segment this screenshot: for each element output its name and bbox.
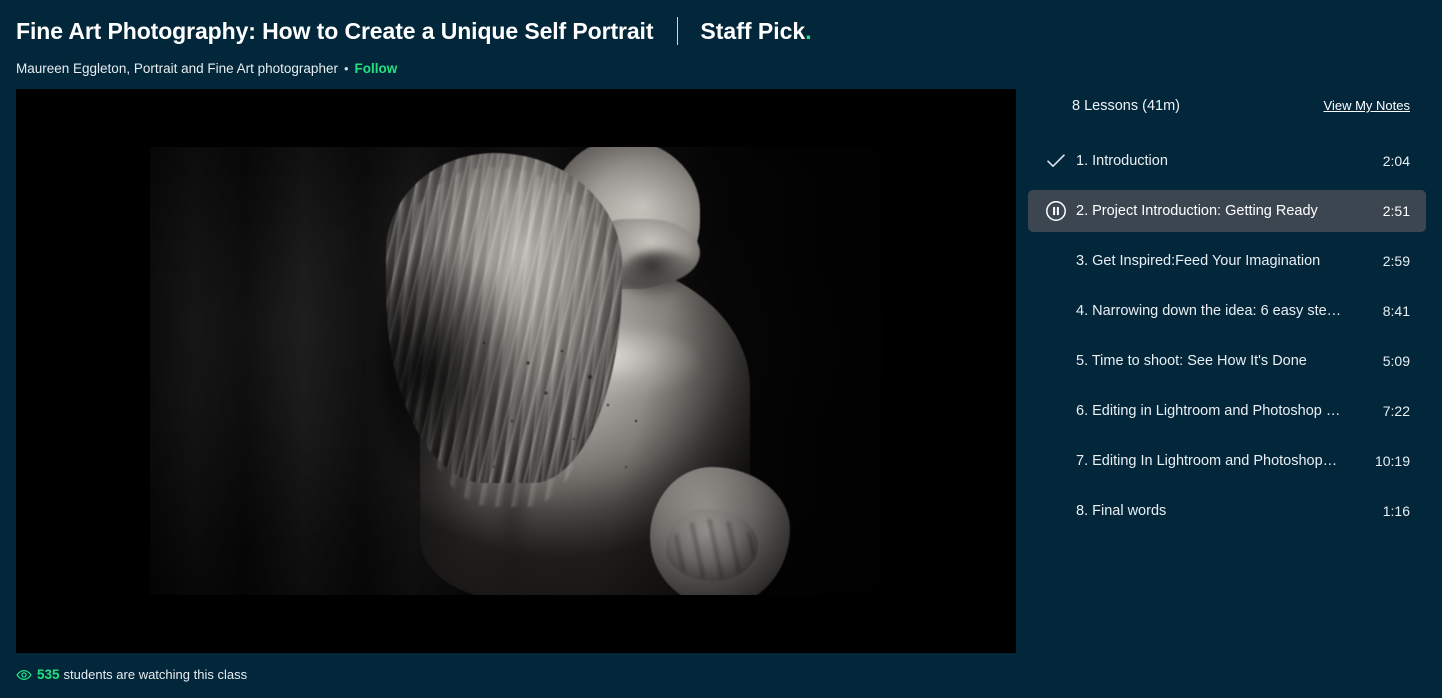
- class-header: Fine Art Photography: How to Create a Un…: [0, 0, 1442, 76]
- title-divider: [677, 17, 679, 45]
- lesson-title: 5. Time to shoot: See How It's Done: [1076, 353, 1307, 369]
- lesson-title: 3. Get Inspired:Feed Your Imagination: [1076, 253, 1321, 269]
- subject-chin-shadow: [620, 251, 700, 299]
- watching-status: 535 students are watching this class: [16, 667, 1016, 682]
- lesson-row[interactable]: 6. Editing in Lightroom and Photoshop … …: [1028, 390, 1426, 432]
- lesson-duration: 2:51: [1382, 203, 1410, 219]
- lessons-panel: 8 Lessons (41m) View My Notes 1. Introdu…: [1028, 89, 1426, 540]
- lesson-title: 2. Project Introduction: Getting Ready: [1076, 203, 1318, 219]
- author-name: Maureen Eggleton, Portrait and Fine Art …: [16, 61, 338, 76]
- player-column: 535 students are watching this class: [16, 89, 1016, 682]
- lesson-duration: 1:16: [1382, 503, 1410, 519]
- lesson-row[interactable]: 4. Narrowing down the idea: 6 easy ste… …: [1028, 290, 1426, 332]
- lesson-duration: 2:04: [1382, 153, 1410, 169]
- check-icon: [1040, 153, 1072, 169]
- lesson-title: 7. Editing In Lightroom and Photoshop…: [1076, 453, 1338, 469]
- eye-icon: [16, 669, 32, 681]
- follow-link[interactable]: Follow: [355, 61, 398, 76]
- lesson-duration: 7:22: [1382, 403, 1410, 419]
- main-content: 535 students are watching this class 8 L…: [0, 89, 1442, 682]
- staff-pick-period: .: [805, 17, 812, 44]
- watching-count: 535: [37, 667, 60, 682]
- lesson-duration: 10:19: [1374, 453, 1410, 469]
- page-title: Fine Art Photography: How to Create a Un…: [16, 17, 654, 44]
- lesson-row[interactable]: 7. Editing In Lightroom and Photoshop… 1…: [1028, 440, 1426, 482]
- video-player[interactable]: [16, 89, 1016, 653]
- lesson-list: 1. Introduction 2:04 2. Project Introduc…: [1028, 140, 1426, 532]
- lessons-header: 8 Lessons (41m) View My Notes: [1028, 98, 1426, 126]
- lesson-row[interactable]: 1. Introduction 2:04: [1028, 140, 1426, 182]
- subject-fingers: [670, 519, 756, 579]
- lesson-title: 4. Narrowing down the idea: 6 easy ste…: [1076, 303, 1342, 319]
- byline: Maureen Eggleton, Portrait and Fine Art …: [16, 61, 1426, 76]
- lesson-title: 8. Final words: [1076, 503, 1167, 519]
- lesson-row[interactable]: 3. Get Inspired:Feed Your Imagination 2:…: [1028, 240, 1426, 282]
- byline-separator: •: [343, 61, 349, 76]
- pause-circle-icon[interactable]: [1040, 200, 1072, 222]
- lesson-duration: 8:41: [1382, 303, 1410, 319]
- lessons-summary: 8 Lessons (41m): [1072, 98, 1180, 114]
- staff-pick-label: Staff Pick: [700, 17, 806, 44]
- lesson-title: 1. Introduction: [1076, 153, 1168, 169]
- video-frame: [150, 147, 882, 595]
- photo-subject: [150, 147, 882, 595]
- subject-freckles: [450, 317, 710, 507]
- lesson-row-active[interactable]: 2. Project Introduction: Getting Ready 2…: [1028, 190, 1426, 232]
- lesson-title: 6. Editing in Lightroom and Photoshop …: [1076, 403, 1341, 419]
- lesson-duration: 2:59: [1382, 253, 1410, 269]
- lesson-duration: 5:09: [1382, 353, 1410, 369]
- staff-pick-badge: Staff Pick.: [700, 18, 811, 45]
- view-my-notes-link[interactable]: View My Notes: [1324, 98, 1410, 113]
- lesson-row[interactable]: 8. Final words 1:16: [1028, 490, 1426, 532]
- lesson-row[interactable]: 5. Time to shoot: See How It's Done 5:09: [1028, 340, 1426, 382]
- title-row: Fine Art Photography: How to Create a Un…: [16, 14, 1426, 48]
- watching-label: students are watching this class: [63, 667, 248, 682]
